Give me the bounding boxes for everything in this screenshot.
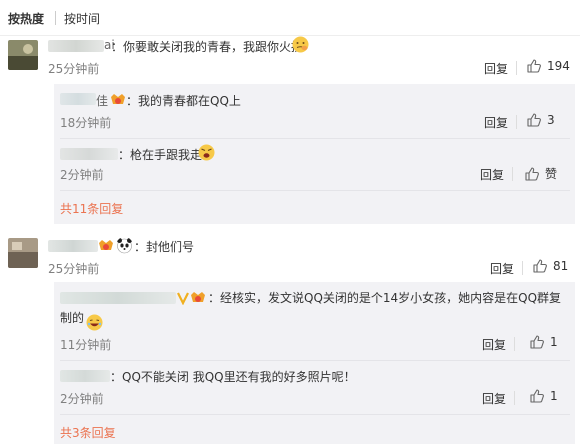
reply-text: ：QQ不能关闭 我QQ里还有我的好多照片呢！: [110, 370, 356, 384]
like-count: 194: [547, 59, 570, 73]
reply-divider: [60, 360, 570, 361]
thumbs-up-icon: [525, 166, 539, 181]
reply-text: ：枪在手跟我走: [118, 148, 203, 162]
action-separator: [516, 61, 517, 75]
laughing-emoji-icon: [86, 314, 103, 331]
comment-time: 25分钟前: [48, 262, 100, 276]
action-separator: [516, 115, 517, 129]
reply-time: 2分钟前: [60, 392, 104, 406]
like-count: 81: [553, 259, 569, 273]
thumbs-up-icon: [527, 113, 541, 127]
avatar[interactable]: [8, 40, 38, 70]
like-button[interactable]: 1: [530, 335, 558, 349]
reply-button[interactable]: 回复: [490, 260, 514, 277]
like-count: 3: [547, 113, 555, 127]
reply-button[interactable]: 回复: [484, 60, 508, 77]
vip-badge-icon: [111, 94, 125, 104]
more-replies-link[interactable]: 共3条回复: [60, 424, 116, 441]
thumbs-up-icon: [533, 259, 547, 273]
username-blurred[interactable]: [60, 93, 96, 105]
like-count: 1: [550, 335, 558, 349]
thumbs-up-icon: [530, 335, 544, 349]
username-blurred[interactable]: [48, 40, 104, 52]
reply-button[interactable]: 回复: [482, 390, 506, 407]
reply-time: 11分钟前: [60, 338, 112, 352]
reply-button[interactable]: 回复: [480, 166, 504, 183]
like-button[interactable]: 194: [527, 59, 570, 73]
reply-text: ：经核实，发文说QQ关闭的是个14岁小女孩，她内容是在QQ群复制的: [60, 291, 562, 325]
sort-by-time-tab[interactable]: 按时间: [64, 10, 100, 27]
username-blurred[interactable]: [48, 240, 98, 252]
reply-divider: [60, 414, 570, 415]
thumbs-up-icon: [527, 59, 541, 73]
vip-badge-icon: [99, 240, 113, 250]
like-button[interactable]: 1: [530, 389, 558, 403]
angry-emoji-icon: [198, 144, 215, 161]
like-button[interactable]: 81: [533, 259, 568, 273]
more-replies-link[interactable]: 共11条回复: [60, 200, 123, 217]
like-label: 赞: [545, 167, 558, 181]
like-button[interactable]: 赞: [525, 165, 557, 182]
reply-text: ：我的青春都在QQ上: [126, 94, 241, 108]
sort-by-hot-tab[interactable]: 按热度: [8, 10, 44, 27]
comment-text: ：你要敢关闭我的青春，我跟你火拼: [111, 40, 304, 54]
action-separator: [512, 167, 513, 181]
reply-button[interactable]: 回复: [482, 336, 506, 353]
panda-emoji-icon: [117, 238, 132, 254]
reply-button[interactable]: 回复: [484, 114, 508, 131]
comment-text: ：封他们号: [134, 240, 195, 254]
username-tail[interactable]: 佳: [96, 92, 108, 109]
sort-divider: [55, 11, 56, 25]
sort-bar: 按热度 按时间: [0, 0, 580, 36]
thumbs-up-icon: [530, 389, 544, 403]
reply-divider: [60, 190, 570, 191]
reply-time: 2分钟前: [60, 168, 104, 182]
action-separator: [514, 391, 515, 405]
reply-divider: [60, 138, 570, 139]
action-separator: [514, 337, 515, 351]
embarrassed-emoji-icon: [292, 36, 309, 53]
username-blurred[interactable]: [60, 370, 110, 382]
like-button[interactable]: 3: [527, 113, 555, 127]
like-count: 1: [550, 389, 558, 403]
action-separator: [522, 261, 523, 275]
reply-time: 18分钟前: [60, 116, 112, 130]
comment-time: 25分钟前: [48, 62, 100, 76]
avatar[interactable]: [8, 238, 38, 268]
username-blurred[interactable]: [60, 148, 118, 160]
